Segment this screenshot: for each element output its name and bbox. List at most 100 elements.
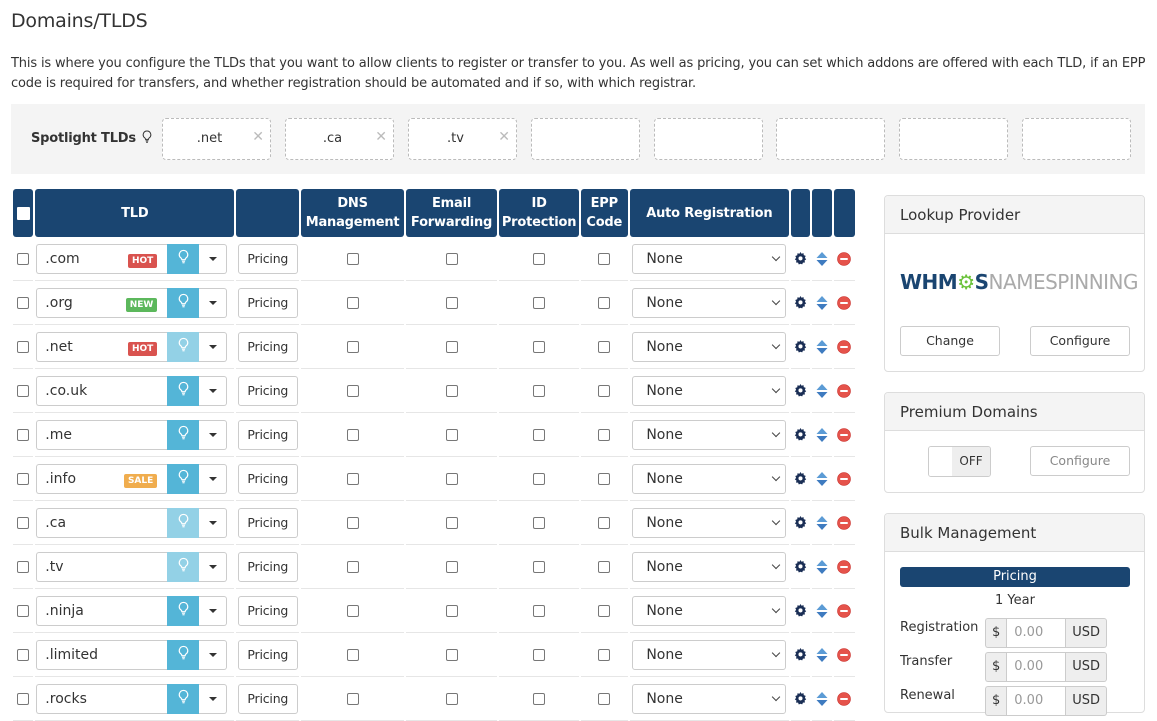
badge-dropdown-button[interactable] xyxy=(199,507,228,538)
auto-registration-select[interactable]: None xyxy=(632,419,787,450)
row-select-checkbox[interactable] xyxy=(17,648,30,661)
spotlight-toggle-button[interactable] xyxy=(167,683,200,714)
email-forwarding-checkbox[interactable] xyxy=(445,384,458,397)
email-forwarding-checkbox[interactable] xyxy=(445,340,458,353)
spotlight-toggle-button[interactable] xyxy=(167,595,200,626)
auto-registration-select[interactable]: None xyxy=(632,507,787,538)
epp-code-checkbox[interactable] xyxy=(598,428,611,441)
sort-icon[interactable] xyxy=(812,545,832,589)
remove-icon[interactable] xyxy=(833,589,855,633)
sort-icon[interactable] xyxy=(812,369,832,413)
badge-dropdown-button[interactable] xyxy=(199,551,228,582)
auto-registration-select[interactable]: None xyxy=(632,331,787,362)
row-select-checkbox[interactable] xyxy=(17,384,30,397)
remove-icon[interactable] xyxy=(833,501,855,545)
dns-management-checkbox[interactable] xyxy=(346,384,359,397)
badge-dropdown-button[interactable] xyxy=(199,287,228,318)
id-protection-checkbox[interactable] xyxy=(533,604,546,617)
remove-icon[interactable] xyxy=(833,369,855,413)
tld-name-input[interactable]: .org NEW xyxy=(36,287,168,318)
spotlight-toggle-button[interactable] xyxy=(167,331,200,362)
tld-name-input[interactable]: .tv xyxy=(36,551,168,582)
dns-management-checkbox[interactable] xyxy=(346,340,359,353)
spotlight-slot[interactable] xyxy=(654,118,763,160)
epp-code-checkbox[interactable] xyxy=(598,296,611,309)
badge-dropdown-button[interactable] xyxy=(199,375,228,406)
spotlight-slot[interactable] xyxy=(531,118,640,160)
remove-icon[interactable] xyxy=(833,325,855,369)
remove-icon[interactable] xyxy=(833,677,855,721)
spotlight-slot[interactable]: .net ✕ xyxy=(162,118,271,160)
tld-name-input[interactable]: .info SALE xyxy=(36,463,168,494)
dns-management-checkbox[interactable] xyxy=(346,604,359,617)
pricing-button[interactable]: Pricing xyxy=(237,463,298,494)
spotlight-toggle-button[interactable] xyxy=(167,375,200,406)
close-icon[interactable]: ✕ xyxy=(252,129,264,145)
epp-code-checkbox[interactable] xyxy=(598,648,611,661)
dns-management-checkbox[interactable] xyxy=(346,296,359,309)
badge-dropdown-button[interactable] xyxy=(199,595,228,626)
auto-registration-select[interactable]: None xyxy=(632,287,787,318)
epp-code-checkbox[interactable] xyxy=(598,516,611,529)
id-protection-checkbox[interactable] xyxy=(533,428,546,441)
id-protection-checkbox[interactable] xyxy=(533,516,546,529)
sort-icon[interactable] xyxy=(812,325,832,369)
sort-icon[interactable] xyxy=(812,633,832,677)
sort-icon[interactable] xyxy=(812,281,832,325)
epp-code-checkbox[interactable] xyxy=(598,692,611,705)
pricing-button[interactable]: Pricing xyxy=(237,507,298,538)
pricing-button[interactable]: Pricing xyxy=(237,639,298,670)
badge-dropdown-button[interactable] xyxy=(199,243,228,274)
badge-dropdown-button[interactable] xyxy=(199,683,228,714)
sort-icon[interactable] xyxy=(812,413,832,457)
id-protection-checkbox[interactable] xyxy=(533,648,546,661)
gear-icon[interactable] xyxy=(791,633,811,677)
id-protection-checkbox[interactable] xyxy=(533,384,546,397)
dns-management-checkbox[interactable] xyxy=(346,560,359,573)
dns-management-checkbox[interactable] xyxy=(346,692,359,705)
email-forwarding-checkbox[interactable] xyxy=(445,472,458,485)
spotlight-toggle-button[interactable] xyxy=(167,551,200,582)
email-forwarding-checkbox[interactable] xyxy=(445,252,458,265)
bulk-price-input[interactable]: 0.00 xyxy=(1006,618,1067,648)
row-select-checkbox[interactable] xyxy=(17,296,30,309)
pricing-button[interactable]: Pricing xyxy=(237,243,298,274)
email-forwarding-checkbox[interactable] xyxy=(445,692,458,705)
sort-icon[interactable] xyxy=(812,677,832,721)
bulk-price-input[interactable]: 0.00 xyxy=(1006,686,1067,716)
id-protection-checkbox[interactable] xyxy=(533,472,546,485)
email-forwarding-checkbox[interactable] xyxy=(445,516,458,529)
sort-icon[interactable] xyxy=(812,589,832,633)
pricing-button[interactable]: Pricing xyxy=(237,287,298,318)
pricing-button[interactable]: Pricing xyxy=(237,551,298,582)
configure-provider-button[interactable]: Configure xyxy=(1030,326,1130,356)
spotlight-toggle-button[interactable] xyxy=(167,639,200,670)
pricing-button[interactable]: Pricing xyxy=(237,683,298,714)
auto-registration-select[interactable]: None xyxy=(632,551,787,582)
tld-name-input[interactable]: .limited xyxy=(36,639,168,670)
sort-icon[interactable] xyxy=(812,237,832,281)
dns-management-checkbox[interactable] xyxy=(346,648,359,661)
dns-management-checkbox[interactable] xyxy=(346,472,359,485)
remove-icon[interactable] xyxy=(833,545,855,589)
row-select-checkbox[interactable] xyxy=(17,604,30,617)
auto-registration-select[interactable]: None xyxy=(632,463,787,494)
auto-registration-select[interactable]: None xyxy=(632,375,787,406)
spotlight-slot[interactable] xyxy=(899,118,1008,160)
tld-name-input[interactable]: .co.uk xyxy=(36,375,168,406)
close-icon[interactable]: ✕ xyxy=(375,129,387,145)
auto-registration-select[interactable]: None xyxy=(632,595,787,626)
close-icon[interactable]: ✕ xyxy=(498,129,510,145)
epp-code-checkbox[interactable] xyxy=(598,384,611,397)
gear-icon[interactable] xyxy=(791,281,811,325)
epp-code-checkbox[interactable] xyxy=(598,472,611,485)
remove-icon[interactable] xyxy=(833,457,855,501)
tld-name-input[interactable]: .me xyxy=(36,419,168,450)
gear-icon[interactable] xyxy=(791,545,811,589)
tld-name-input[interactable]: .ninja xyxy=(36,595,168,626)
id-protection-checkbox[interactable] xyxy=(533,560,546,573)
badge-dropdown-button[interactable] xyxy=(199,331,228,362)
sort-icon[interactable] xyxy=(812,501,832,545)
row-select-checkbox[interactable] xyxy=(17,252,30,265)
gear-icon[interactable] xyxy=(791,413,811,457)
